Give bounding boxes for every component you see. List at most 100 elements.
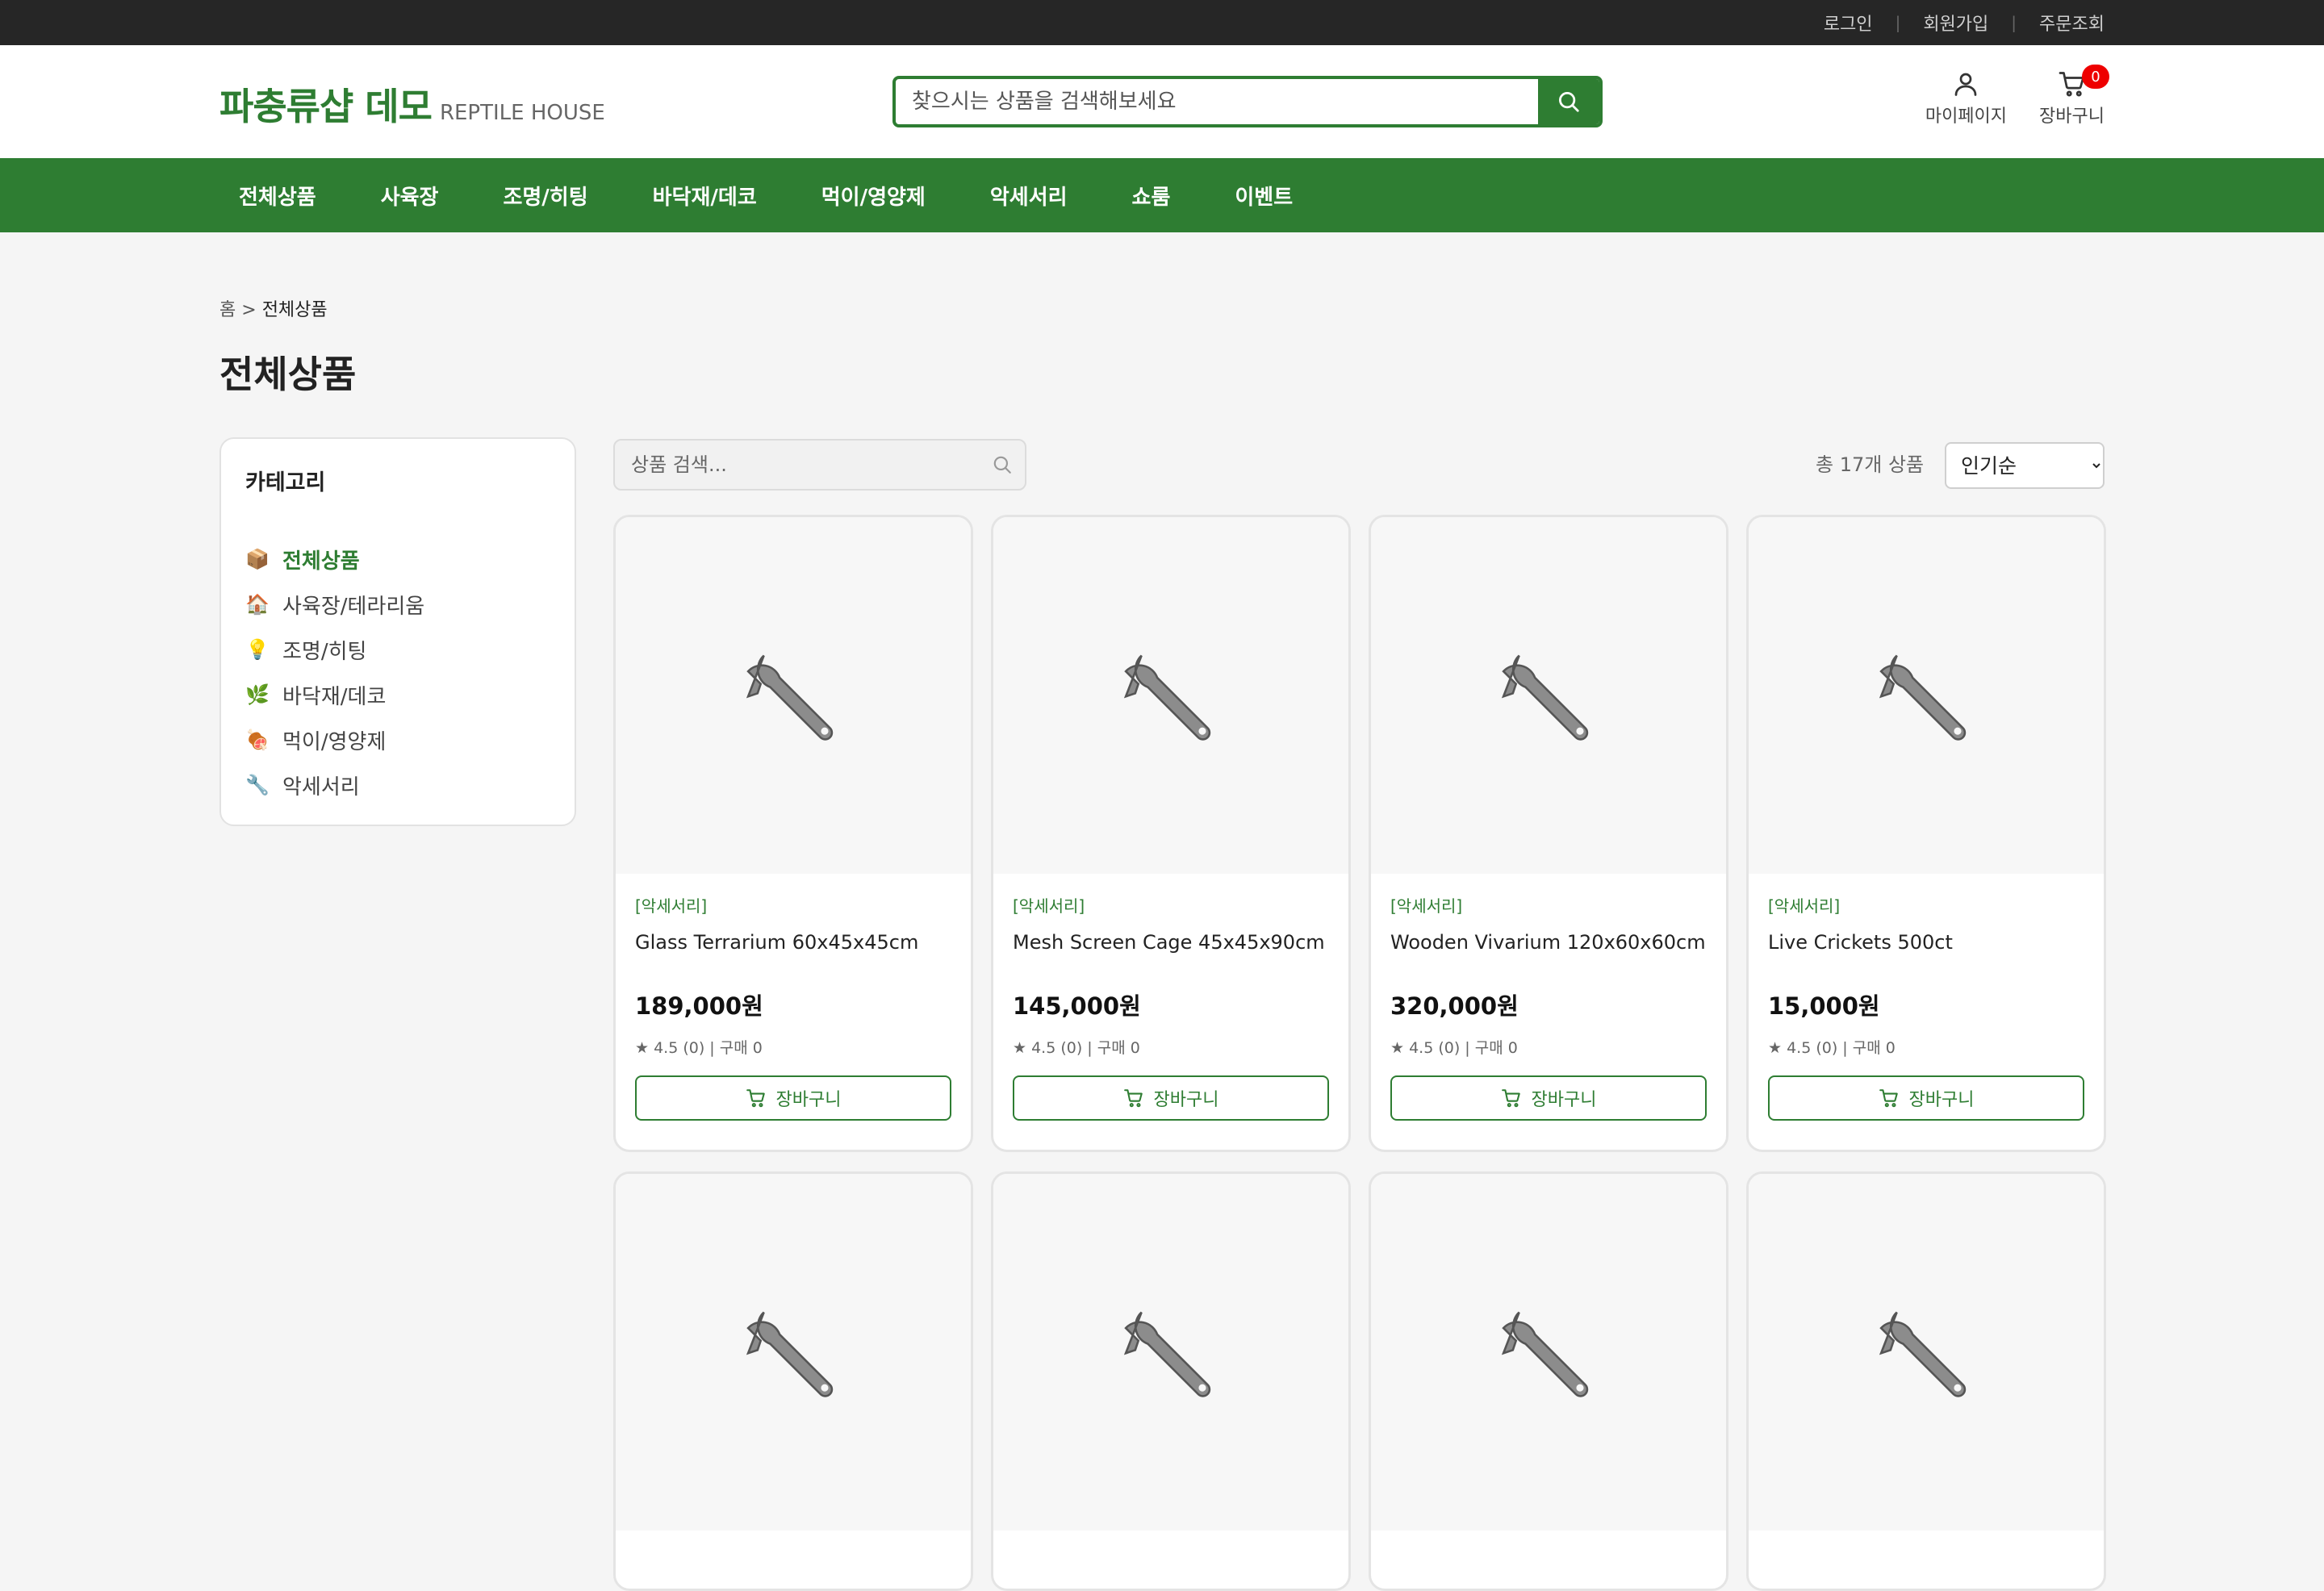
- logo-sub-text: REPTILE HOUSE: [439, 101, 605, 125]
- nav-item-lighting[interactable]: 조명/히팅: [483, 181, 607, 211]
- add-to-cart-button[interactable]: 장바구니: [1390, 1075, 1707, 1121]
- product-price: 145,000원: [1013, 992, 1141, 1020]
- product-info: [악세서리] Live Crickets 500ct 15,000원 ★ 4.5…: [1749, 874, 2104, 1137]
- signup-link[interactable]: 회원가입: [1923, 10, 1988, 35]
- sidebar-title: 카테고리: [245, 470, 326, 495]
- sidebar-item-substrate[interactable]: 🌿 바닥재/데코: [245, 672, 550, 717]
- cart-count-badge: 0: [2082, 65, 2109, 89]
- cart-icon: [746, 1089, 765, 1108]
- cart-label: 장바구니: [2039, 106, 2105, 127]
- wrench-icon: 🔧: [245, 774, 270, 796]
- product-card[interactable]: [613, 1171, 973, 1591]
- product-name[interactable]: Wooden Vivarium 120x60x60cm: [1390, 931, 1707, 979]
- product-image: [993, 1174, 1348, 1530]
- nav-item-accessories[interactable]: 악세서리: [971, 181, 1087, 211]
- add-to-cart-label: 장바구니: [1908, 1090, 1975, 1110]
- product-search: [613, 439, 1026, 491]
- product-info: [악세서리] Wooden Vivarium 120x60x60cm 320,0…: [1371, 874, 1726, 1137]
- cart-icon: [1501, 1089, 1520, 1108]
- wrench-icon: [1879, 1311, 1967, 1397]
- product-name[interactable]: Live Crickets 500ct: [1768, 931, 2084, 979]
- product-category: [악세서리]: [1768, 896, 1841, 916]
- product-card[interactable]: [악세서리] Glass Terrarium 60x45x45cm 189,00…: [613, 515, 973, 1152]
- sidebar-item-label: 바닥재/데코: [282, 684, 387, 709]
- header-search-input[interactable]: [896, 79, 1538, 124]
- product-rating-meta: ★ 4.5 (0) | 구매 0: [1390, 1039, 1518, 1057]
- breadcrumb: 홈 > 전체상품: [219, 295, 328, 321]
- product-search-input[interactable]: [615, 453, 980, 476]
- product-category: [악세서리]: [635, 896, 708, 916]
- add-to-cart-button[interactable]: 장바구니: [1768, 1075, 2084, 1121]
- product-card[interactable]: [악세서리] Wooden Vivarium 120x60x60cm 320,0…: [1369, 515, 1728, 1152]
- wrench-icon: [1123, 654, 1211, 741]
- house-icon: 🏠: [245, 593, 270, 616]
- search-icon[interactable]: [980, 454, 1025, 475]
- sidebar-item-all[interactable]: 📦 전체상품: [245, 537, 550, 582]
- product-image: [1749, 1174, 2104, 1530]
- product-image: [1749, 517, 2104, 874]
- cart-icon: [1879, 1089, 1898, 1108]
- breadcrumb-current: 전체상품: [261, 300, 328, 320]
- nav-item-all[interactable]: 전체상품: [219, 181, 336, 211]
- product-card[interactable]: [991, 1171, 1351, 1591]
- login-link[interactable]: 로그인: [1824, 10, 1873, 35]
- sidebar-item-food[interactable]: 🍖 먹이/영양제: [245, 717, 550, 762]
- nav-item-enclosure[interactable]: 사육장: [362, 181, 458, 211]
- wrench-icon: [746, 654, 834, 741]
- product-name[interactable]: Mesh Screen Cage 45x45x90cm: [1013, 931, 1329, 979]
- wrench-icon: [746, 1311, 834, 1397]
- breadcrumb-home[interactable]: 홈: [219, 300, 236, 320]
- wrench-icon: [1123, 1311, 1211, 1397]
- product-card[interactable]: [악세서리] Mesh Screen Cage 45x45x90cm 145,0…: [991, 515, 1351, 1152]
- wrench-icon: [1501, 1311, 1589, 1397]
- sidebar-item-terrarium[interactable]: 🏠 사육장/테라리움: [245, 582, 550, 627]
- sidebar-item-lighting[interactable]: 💡 조명/히팅: [245, 627, 550, 672]
- product-price: 189,000원: [635, 992, 763, 1020]
- add-to-cart-label: 장바구니: [775, 1090, 842, 1110]
- top-utility-bar: 로그인 | 회원가입 | 주문조회: [0, 0, 2324, 45]
- product-card[interactable]: [악세서리] Live Crickets 500ct 15,000원 ★ 4.5…: [1746, 515, 2106, 1152]
- product-image: [993, 517, 1348, 874]
- wrench-icon: [1501, 654, 1589, 741]
- product-info: [악세서리] Mesh Screen Cage 45x45x90cm 145,0…: [993, 874, 1348, 1137]
- product-name[interactable]: Glass Terrarium 60x45x45cm: [635, 931, 951, 979]
- product-image: [616, 1174, 971, 1530]
- nav-item-food[interactable]: 먹이/영양제: [802, 181, 945, 211]
- site-logo[interactable]: 파충류샵 데모 REPTILE HOUSE: [219, 77, 605, 131]
- product-total-count: 총 17개 상품: [1816, 453, 1925, 476]
- cart-icon: [1123, 1089, 1143, 1108]
- sort-select[interactable]: 인기순: [1945, 442, 2105, 489]
- divider: |: [2011, 13, 2017, 32]
- product-price: 320,000원: [1390, 992, 1519, 1020]
- nav-item-events[interactable]: 이벤트: [1215, 181, 1312, 211]
- product-card[interactable]: [1369, 1171, 1728, 1591]
- header-actions: 마이페이지 0 장바구니: [1925, 65, 2109, 127]
- cart-button[interactable]: 0 장바구니: [2039, 65, 2109, 127]
- product-price: 15,000원: [1768, 992, 1880, 1020]
- product-card[interactable]: [1746, 1171, 2106, 1591]
- box-icon: 📦: [245, 548, 270, 570]
- product-info: [악세서리] Glass Terrarium 60x45x45cm 189,00…: [616, 874, 971, 1137]
- bulb-icon: 💡: [245, 638, 270, 661]
- nav-item-showroom[interactable]: 쇼룸: [1113, 181, 1190, 211]
- product-rating-meta: ★ 4.5 (0) | 구매 0: [635, 1039, 763, 1057]
- order-lookup-link[interactable]: 주문조회: [2039, 10, 2105, 35]
- sidebar-item-label: 전체상품: [282, 549, 360, 574]
- wrench-icon: [1879, 654, 1967, 741]
- product-grid: [악세서리] Glass Terrarium 60x45x45cm 189,00…: [613, 515, 2106, 1591]
- header-search-button[interactable]: [1538, 79, 1599, 124]
- page-title: 전체상품: [219, 353, 357, 396]
- category-sidebar: 카테고리 📦 전체상품 🏠 사육장/테라리움 💡 조명/히팅 🌿 바닥재/데코 …: [219, 437, 576, 826]
- logo-main-text: 파충류샵 데모: [219, 85, 433, 128]
- nav-item-substrate[interactable]: 바닥재/데코: [633, 181, 776, 211]
- herb-icon: 🌿: [245, 683, 270, 706]
- product-rating-meta: ★ 4.5 (0) | 구매 0: [1013, 1039, 1140, 1057]
- user-icon: [1955, 73, 1977, 96]
- mypage-button[interactable]: 마이페이지: [1925, 69, 2007, 127]
- sidebar-item-accessories[interactable]: 🔧 악세서리: [245, 762, 550, 808]
- product-image: [616, 517, 971, 874]
- add-to-cart-button[interactable]: 장바구니: [1013, 1075, 1329, 1121]
- product-image: [1371, 517, 1726, 874]
- main-nav: 전체상품 사육장 조명/히팅 바닥재/데코 먹이/영양제 악세서리 쇼룸 이벤트: [0, 158, 2324, 232]
- add-to-cart-button[interactable]: 장바구니: [635, 1075, 951, 1121]
